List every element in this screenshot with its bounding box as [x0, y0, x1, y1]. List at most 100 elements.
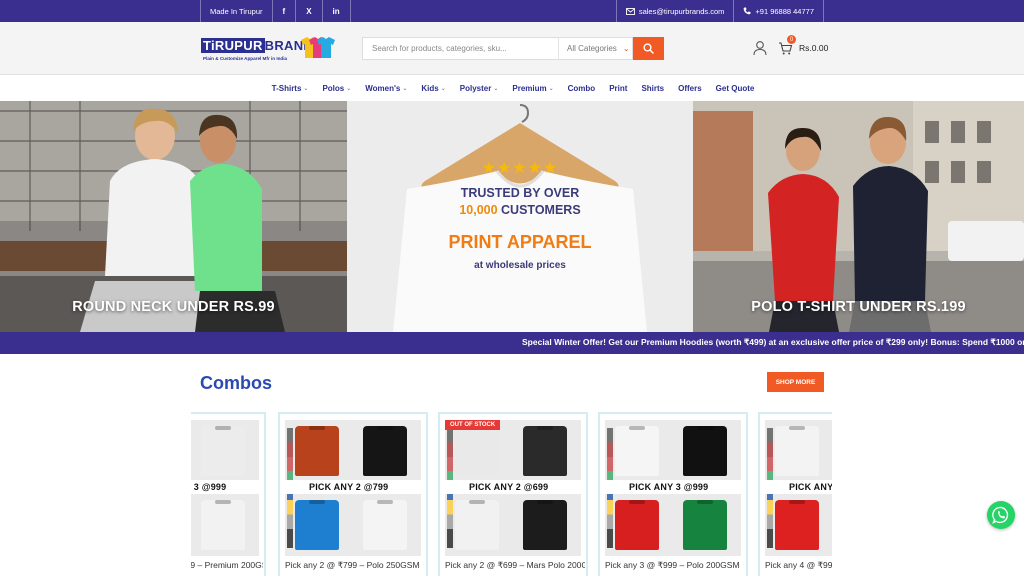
cart-button[interactable]: 0 Rs.0.00 [778, 35, 828, 58]
folded-shirt [675, 496, 735, 552]
nav-item-combo[interactable]: Combo [566, 84, 596, 93]
product-image[interactable]: PICK ANY 2 @799 [285, 420, 421, 556]
shirt-shape [775, 500, 819, 550]
shirt-collar [309, 426, 325, 430]
wholesale-subheading: at wholesale prices [474, 260, 566, 271]
combo-offer-band: PICK ANY 3 @999 [605, 480, 741, 494]
combo-offer-band: PICK ANY 2 @799 [285, 480, 421, 494]
nav-item-get-quote[interactable]: Get Quote [714, 84, 755, 93]
phone-text: +91 96888 44777 [755, 6, 814, 16]
whatsapp-chat-button[interactable] [987, 501, 1015, 529]
nav-item-shirts[interactable]: Shirts [639, 84, 664, 93]
shirt-collar [629, 500, 645, 504]
hero-caption-round-neck: ROUND NECK UNDER RS.99 [72, 299, 275, 315]
product-image[interactable]: PICK ANY 4 @999 [765, 420, 832, 556]
hero-slide-polo[interactable]: POLO T-SHIRT UNDER RS.199 [693, 101, 1024, 332]
nav-item-label: Get Quote [715, 84, 755, 93]
search-input[interactable]: Search for products, categories, sku... [362, 37, 558, 60]
product-image[interactable]: PICK ANY 3 @999 [605, 420, 741, 556]
nav-item-women-s[interactable]: Women's ⌄ [363, 84, 407, 93]
shirt-shape [683, 426, 727, 476]
nav-item-kids[interactable]: Kids ⌄ [419, 84, 445, 93]
shirt-collar [537, 426, 553, 430]
mail-icon [625, 7, 635, 15]
shirt-shape [615, 426, 659, 476]
facebook-glyph: f [282, 6, 286, 16]
shop-more-button[interactable]: SHOP MORE [767, 372, 824, 392]
hero-slide-print-apparel[interactable]: ★★★★★ TRUSTED BY OVER 10,000 CUSTOMERS P… [347, 101, 693, 332]
product-card[interactable]: PICK ANY 2 @799 Pick any 2 @ ₹799 – Polo … [278, 412, 428, 576]
facebook-icon[interactable]: f [273, 0, 297, 22]
product-title[interactable]: Pick any 4 @ ₹999 – Round Neck [765, 560, 832, 571]
product-card[interactable]: PICK ANY 3 @999 Pick any 3 @ ₹999 – Polo … [598, 412, 748, 576]
product-card[interactable]: PICK ANY 2 @699 OUT OF STOCK Pick any 2 @ … [438, 412, 588, 576]
nav-item-t-shirts[interactable]: T-Shirts ⌄ [270, 84, 309, 93]
product-image[interactable]: PICK ANY 3 @999 [191, 420, 259, 556]
brand-logo[interactable]: TiRUPUR BRANDS Plain & Customize Apparel … [201, 36, 337, 64]
nav-item-label: Premium [512, 84, 547, 93]
shirt-shape [295, 500, 339, 550]
main-nav: T-Shirts ⌄ Polos ⌄ Women's ⌄ Kids ⌄ Polyster ⌄ Pre… [0, 76, 1024, 101]
category-select[interactable]: All Categories ⌄ [558, 37, 633, 60]
nav-item-polos[interactable]: Polos ⌄ [320, 84, 351, 93]
nav-item-polyster[interactable]: Polyster ⌄ [458, 84, 499, 93]
shirt-shape [363, 426, 407, 476]
product-image[interactable]: PICK ANY 2 @699 OUT OF STOCK [445, 420, 581, 556]
made-in-text: Made In Tirupur [210, 6, 263, 16]
nav-item-premium[interactable]: Premium ⌄ [510, 84, 553, 93]
nav-item-print[interactable]: Print [607, 84, 627, 93]
folded-shirt [355, 496, 415, 552]
shirt-collar [377, 500, 393, 504]
shirt-collar [697, 500, 713, 504]
top-bar: Made In Tirupur f X in sales@tirupurbran… [0, 0, 1024, 22]
chevron-down-icon: ⌄ [346, 86, 352, 92]
site-header: TiRUPUR BRANDS Plain & Customize Apparel … [0, 22, 1024, 75]
whatsapp-icon [992, 506, 1009, 524]
chevron-down-icon: ⌄ [440, 86, 446, 92]
product-card[interactable]: PICK ANY 4 @999 Pick any 4 @ ₹999 – Round… [758, 412, 832, 576]
combo-offer-text: PICK ANY 2 @699 [469, 482, 549, 492]
customers-label: CUSTOMERS [497, 203, 581, 217]
folded-shirt [447, 422, 507, 478]
shirt-shape [775, 426, 819, 476]
user-account-icon[interactable] [752, 40, 768, 56]
linkedin-icon[interactable]: in [323, 0, 351, 22]
shirt-shape [523, 426, 567, 476]
combo-offer-text: PICK ANY 3 @999 [629, 482, 709, 492]
nav-item-label: Combo [567, 84, 596, 93]
shirt-collar [215, 426, 231, 430]
hero-banner: ROUND NECK UNDER RS.99 ★★★★★ TRUSTED BY … [0, 101, 1024, 332]
email-link[interactable]: sales@tirupurbrands.com [615, 0, 735, 22]
product-card[interactable]: PICK ANY 3 @999 Pick any 3 @ ₹999 – Premi… [191, 412, 266, 576]
shirt-shape [363, 500, 407, 550]
nav-item-offers[interactable]: Offers [676, 84, 702, 93]
hero-photo-round-neck [0, 101, 347, 332]
product-title[interactable]: Pick any 2 @ ₹799 – Polo 250GSM [285, 560, 425, 571]
shirt-collar [789, 500, 805, 504]
shirt-collar [537, 500, 553, 504]
product-title[interactable]: Pick any 3 @ ₹999 – Premium 200GSM [191, 560, 263, 571]
folded-shirt [515, 422, 575, 478]
search-placeholder: Search for products, categories, sku... [372, 44, 507, 53]
product-title[interactable]: Pick any 3 @ ₹999 – Polo 200GSM [605, 560, 745, 571]
combo-offer-text: PICK ANY 3 @999 [191, 482, 227, 492]
shirt-shape [295, 426, 339, 476]
search-button[interactable] [633, 37, 664, 60]
hero-photo-polo [693, 101, 1024, 332]
chevron-down-icon: ⌄ [303, 86, 309, 92]
hero-caption-polo: POLO T-SHIRT UNDER RS.199 [751, 299, 966, 315]
folded-shirt [607, 496, 667, 552]
shirt-collar [697, 426, 713, 430]
phone-link[interactable]: +91 96888 44777 [734, 0, 824, 22]
shirt-collar [629, 426, 645, 430]
hero-slide-round-neck[interactable]: ROUND NECK UNDER RS.99 [0, 101, 347, 332]
customer-count: 10,000 [459, 203, 498, 217]
x-icon[interactable]: X [296, 0, 323, 22]
combos-product-carousel: PICK ANY 3 @999 Pick any 3 @ ₹999 – Premi… [191, 412, 832, 576]
combo-offer-text: PICK ANY 2 @799 [309, 482, 389, 492]
chevron-down-icon: ⌄ [493, 86, 499, 92]
linkedin-glyph: in [332, 6, 340, 16]
x-glyph: X [306, 6, 312, 16]
product-title[interactable]: Pick any 2 @ ₹699 – Mars Polo 200GSM [445, 560, 585, 571]
shirt-shape [201, 426, 245, 476]
